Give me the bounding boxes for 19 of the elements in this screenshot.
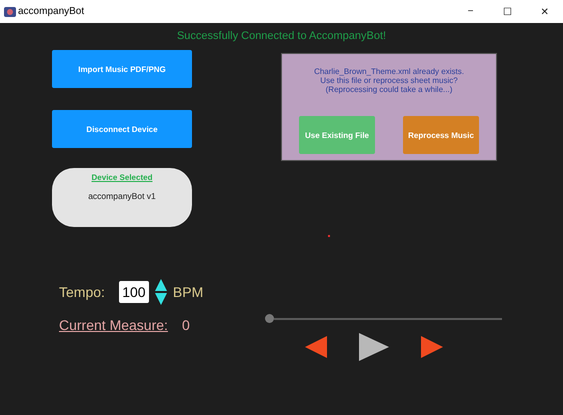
previous-icon[interactable] <box>305 336 327 358</box>
window-control[interactable]: − <box>452 6 489 17</box>
spinner-icon[interactable] <box>154 279 167 305</box>
device-name: accompanyBot v1 <box>88 191 156 201</box>
dialog-message: Charlie_Brown_Theme.xml already exists. Use this file or reprocess sheet music? (Reprocessing could take a while...) <box>314 67 464 94</box>
next-icon[interactable] <box>421 336 443 358</box>
status-message: Successfully Connected to AccompanyBot! <box>176 30 388 43</box>
play-icon[interactable] <box>359 333 389 361</box>
tempo-label: Tempo: <box>59 284 105 300</box>
device-heading: Device Selected <box>92 173 152 182</box>
slider-thumb[interactable] <box>265 314 274 323</box>
window-control[interactable]: ✕ <box>526 6 563 18</box>
measure-value: 0 <box>182 317 190 333</box>
window-title: accompanyBot <box>18 6 86 17</box>
measure-label: Current Measure: <box>59 317 168 333</box>
app-logo-icon <box>4 6 16 18</box>
tempo-field[interactable]: 100 <box>118 281 149 303</box>
tempo-unit: BPM <box>172 284 204 300</box>
window-control[interactable]: ☐ <box>489 6 526 18</box>
